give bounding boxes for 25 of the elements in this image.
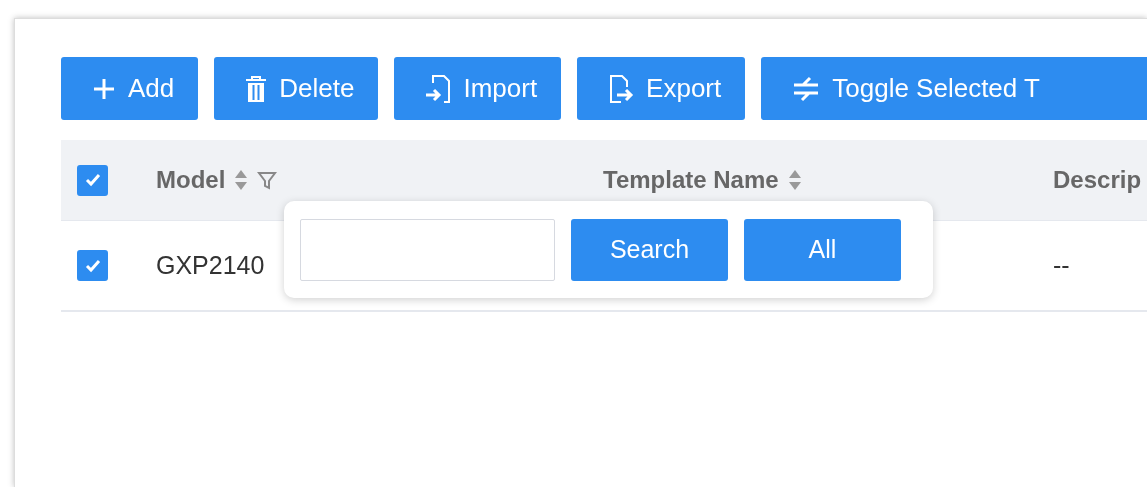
check-icon [84, 258, 101, 273]
delete-button[interactable]: Delete [214, 57, 379, 120]
table-cell: -- [1053, 251, 1070, 280]
filter-button[interactable]: All [744, 218, 901, 281]
check-icon [84, 173, 101, 187]
filter-button[interactable]: Search [571, 218, 728, 281]
swap-arrows-icon [792, 75, 821, 102]
column-header: Template Name [603, 166, 779, 194]
checkbox[interactable] [77, 250, 108, 281]
table-cell: GXP2140 [156, 251, 265, 280]
file-export-icon [608, 74, 635, 103]
trash-icon [245, 74, 268, 103]
add-button[interactable]: Add [61, 57, 199, 120]
filter-icon[interactable] [257, 170, 278, 190]
sort-icon[interactable] [788, 169, 801, 191]
plus-icon [92, 76, 116, 101]
column-header: Descrip [1053, 166, 1142, 194]
filter-input[interactable] [300, 218, 555, 281]
export-button[interactable]: Export [577, 57, 746, 120]
checkbox[interactable] [77, 164, 108, 196]
import-button[interactable]: Import [394, 57, 562, 120]
toggle-button[interactable]: Toggle Selected T [761, 57, 1147, 120]
column-header: Model [156, 166, 226, 194]
sort-icon[interactable] [235, 169, 248, 191]
file-import-icon [425, 74, 452, 103]
